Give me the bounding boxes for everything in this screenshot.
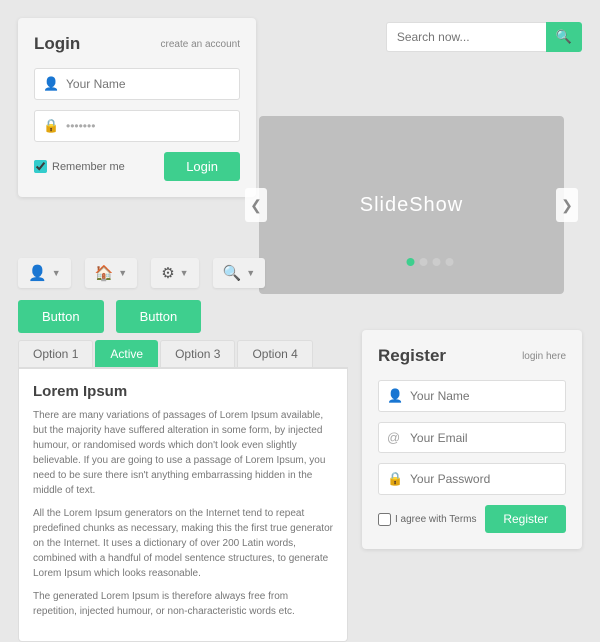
login-title: Login bbox=[34, 34, 80, 54]
slideshow: ❮ SlideShow ❯ bbox=[259, 116, 564, 294]
dot-2[interactable] bbox=[419, 258, 427, 266]
login-here-link[interactable]: login here bbox=[522, 351, 566, 362]
register-name-input[interactable] bbox=[410, 389, 557, 403]
buttons-row: Button Button bbox=[18, 300, 201, 333]
search-menu-item[interactable]: 🔍 ▼ bbox=[213, 258, 266, 288]
agree-checkbox[interactable] bbox=[378, 513, 391, 526]
tab-option4[interactable]: Option 4 bbox=[237, 340, 312, 367]
password-input-row: 🔒 bbox=[34, 110, 240, 142]
content-paragraph-2: All the Lorem Ipsum generators on the In… bbox=[33, 506, 333, 581]
register-card: Register login here 👤 @ 🔒 I agree with T… bbox=[362, 330, 582, 549]
create-account-link[interactable]: create an account bbox=[161, 39, 241, 50]
tab-active[interactable]: Active bbox=[95, 340, 158, 367]
reg-lock-icon: 🔒 bbox=[387, 471, 403, 487]
lock-icon: 🔒 bbox=[43, 118, 59, 134]
search-icon: 🔍 bbox=[556, 29, 572, 44]
register-email-row: @ bbox=[378, 422, 566, 453]
button-2[interactable]: Button bbox=[116, 300, 202, 333]
home-menu-arrow: ▼ bbox=[118, 268, 127, 278]
register-button[interactable]: Register bbox=[485, 505, 566, 533]
tabs-row: Option 1 Active Option 3 Option 4 bbox=[18, 340, 348, 369]
search-input[interactable] bbox=[386, 22, 546, 52]
register-password-row: 🔒 bbox=[378, 463, 566, 495]
remember-label[interactable]: Remember me bbox=[34, 160, 125, 173]
agree-label[interactable]: I agree with Terms bbox=[378, 513, 477, 526]
search-button[interactable]: 🔍 bbox=[546, 22, 582, 52]
user-icon: 👤 bbox=[43, 76, 59, 92]
agree-row: I agree with Terms Register bbox=[378, 505, 566, 533]
home-icon: 🏠 bbox=[95, 264, 114, 282]
button-1[interactable]: Button bbox=[18, 300, 104, 333]
email-icon: @ bbox=[387, 430, 403, 445]
login-name-input[interactable] bbox=[66, 77, 231, 91]
dot-1[interactable] bbox=[406, 258, 414, 266]
user-menu-arrow: ▼ bbox=[52, 268, 61, 278]
content-paragraph-1: There are many variations of passages of… bbox=[33, 408, 333, 498]
login-button[interactable]: Login bbox=[164, 152, 240, 181]
slide-prev-button[interactable]: ❮ bbox=[245, 188, 267, 222]
tabs-content: Option 1 Active Option 3 Option 4 Lorem … bbox=[18, 340, 348, 642]
search-icon: 🔍 bbox=[223, 264, 242, 282]
login-password-input[interactable] bbox=[66, 119, 231, 133]
register-password-input[interactable] bbox=[410, 472, 557, 486]
remember-checkbox[interactable] bbox=[34, 160, 47, 173]
register-header: Register login here bbox=[378, 346, 566, 366]
slideshow-container: ❮ SlideShow ❯ bbox=[277, 58, 582, 248]
gear-icon: ⚙ bbox=[161, 264, 174, 282]
content-panel: Lorem Ipsum There are many variations of… bbox=[18, 369, 348, 642]
login-card: Login create an account 👤 🔒 Remember me … bbox=[18, 18, 256, 197]
dot-3[interactable] bbox=[432, 258, 440, 266]
home-menu-item[interactable]: 🏠 ▼ bbox=[85, 258, 138, 288]
register-title: Register bbox=[378, 346, 446, 366]
tab-option1[interactable]: Option 1 bbox=[18, 340, 93, 367]
slide-dots bbox=[406, 258, 453, 266]
user-menu-item[interactable]: 👤 ▼ bbox=[18, 258, 71, 288]
name-input-row: 👤 bbox=[34, 68, 240, 100]
register-email-input[interactable] bbox=[410, 431, 557, 445]
login-header: Login create an account bbox=[34, 34, 240, 54]
content-title: Lorem Ipsum bbox=[33, 383, 333, 400]
settings-menu-arrow: ▼ bbox=[180, 268, 189, 278]
slide-next-button[interactable]: ❯ bbox=[556, 188, 578, 222]
search-menu-arrow: ▼ bbox=[246, 268, 255, 278]
register-name-row: 👤 bbox=[378, 380, 566, 412]
content-paragraph-3: The generated Lorem Ipsum is therefore a… bbox=[33, 589, 333, 619]
settings-menu-item[interactable]: ⚙ ▼ bbox=[151, 258, 198, 288]
dot-4[interactable] bbox=[445, 258, 453, 266]
tab-option3[interactable]: Option 3 bbox=[160, 340, 235, 367]
slideshow-label: SlideShow bbox=[360, 194, 464, 217]
reg-user-icon: 👤 bbox=[387, 388, 403, 404]
toolbar: 👤 ▼ 🏠 ▼ ⚙ ▼ 🔍 ▼ bbox=[18, 258, 265, 288]
search-bar: 🔍 bbox=[386, 22, 582, 52]
remember-row: Remember me Login bbox=[34, 152, 240, 181]
user-icon: 👤 bbox=[28, 264, 47, 282]
